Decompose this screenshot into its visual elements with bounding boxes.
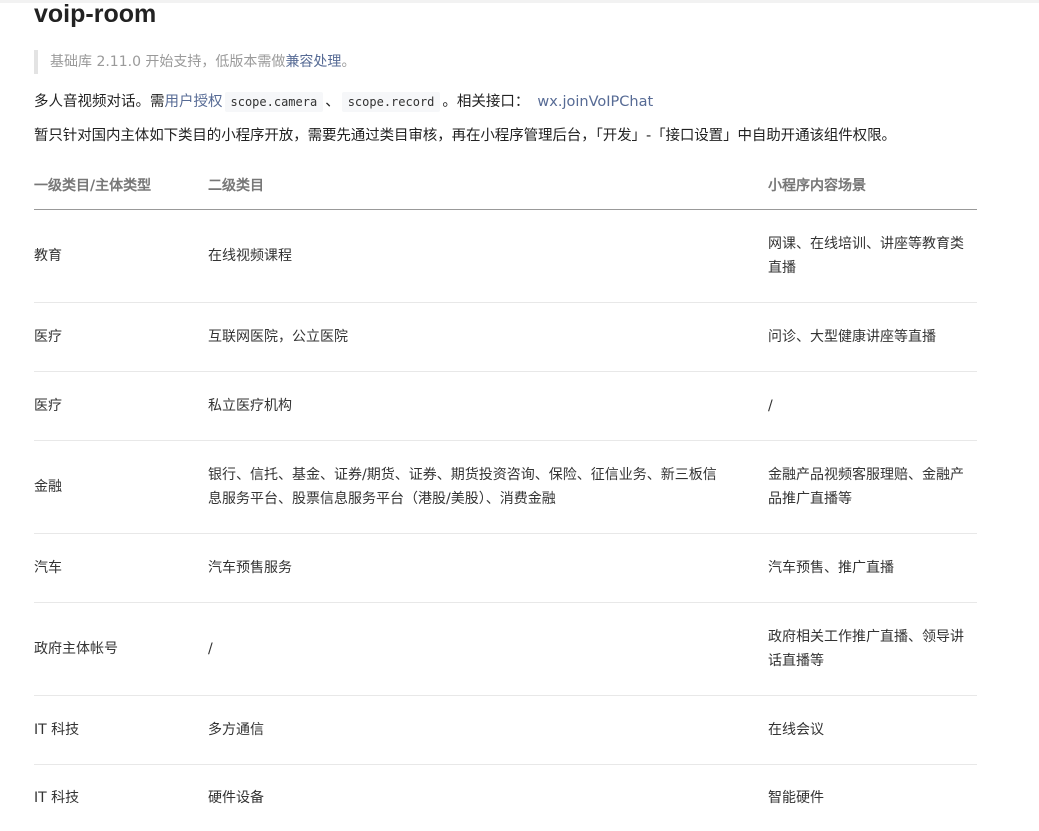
table-row: 医疗 互联网医院，公立医院 问诊、大型健康讲座等直播 [34,302,977,372]
cell-content-scenario: / [768,371,977,441]
cell-content-scenario: 问诊、大型健康讲座等直播 [768,302,977,372]
cell-primary-category: IT 科技 [34,695,208,765]
cell-secondary-category: 互联网医院，公立医院 [208,302,768,372]
header-secondary-category: 二级类目 [208,163,768,210]
table-row: 金融 银行、信托、基金、证券/期货、证券、期货投资咨询、保险、征信业务、新三板信… [34,440,977,534]
cell-primary-category: 教育 [34,209,208,303]
cell-secondary-category: 银行、信托、基金、证券/期货、证券、期货投资咨询、保险、征信业务、新三板信息服务… [208,440,768,534]
cell-content-scenario: 汽车预售、推广直播 [768,533,977,603]
cell-content-scenario: 金融产品视频客服理赔、金融产品推广直播等 [768,440,977,534]
user-auth-link[interactable]: 用户授权 [165,90,223,114]
compat-link[interactable]: 兼容处理 [285,54,341,70]
support-note: 基础库 2.11.0 开始支持，低版本需做兼容处理。 [34,50,355,74]
cell-primary-category: 金融 [34,440,208,534]
cell-primary-category: 医疗 [34,302,208,372]
intro-separator: 、 [325,94,340,110]
intro-text: 多人音视频对话。需 [34,94,165,110]
scope-record-code: scope.record [341,92,441,112]
cell-primary-category: 政府主体帐号 [34,602,208,696]
table-row: IT 科技 多方通信 在线会议 [34,695,977,765]
cell-content-scenario: 政府相关工作推广直播、领导讲话直播等 [768,602,977,696]
header-content-scenario: 小程序内容场景 [768,163,977,210]
page-title: voip-room [34,0,157,28]
cell-secondary-category: 私立医疗机构 [208,371,768,441]
table-row: 汽车 汽车预售服务 汽车预售、推广直播 [34,533,977,603]
scope-description: 暂只针对国内主体如下类目的小程序开放，需要先通过类目审核，再在小程序管理后台，「… [34,128,896,144]
cell-secondary-category: 多方通信 [208,695,768,765]
scope-camera-code: scope.camera [224,92,324,112]
cell-content-scenario: 在线会议 [768,695,977,765]
table-row: 教育 在线视频课程 网课、在线培训、讲座等教育类直播 [34,209,977,303]
intro-line: 多人音视频对话。需 用户授权 scope.camera 、 scope.recor… [34,90,653,114]
support-note-text: 基础库 2.11.0 开始支持，低版本需做 [50,54,286,70]
table-row: 医疗 私立医疗机构 / [34,371,977,441]
join-voip-chat-link[interactable]: wx.joinVoIPChat [537,90,653,114]
cell-secondary-category: 汽车预售服务 [208,533,768,603]
cell-secondary-category: 硬件设备 [208,790,264,806]
table-row: 政府主体帐号 / 政府相关工作推广直播、领导讲话直播等 [34,602,977,696]
cell-primary-category: 医疗 [34,371,208,441]
cell-content-scenario: 网课、在线培训、讲座等教育类直播 [768,209,977,303]
support-note-suffix: 。 [341,54,356,70]
cell-primary-category: IT 科技 [34,790,80,806]
cell-secondary-category: 在线视频课程 [208,209,768,303]
table-header-row: 一级类目/主体类型 二级类目 小程序内容场景 [34,163,977,210]
table-row: IT 科技 硬件设备 智能硬件 [34,765,977,831]
related-api-label: 。相关接口： [442,94,530,110]
cell-primary-category: 汽车 [34,533,208,603]
cell-content-scenario: 智能硬件 [768,790,824,806]
cell-secondary-category: / [208,602,768,696]
category-table: 一级类目/主体类型 二级类目 小程序内容场景 教育 在线视频课程 网课、在线培训… [34,163,977,831]
header-primary-category: 一级类目/主体类型 [34,163,208,210]
